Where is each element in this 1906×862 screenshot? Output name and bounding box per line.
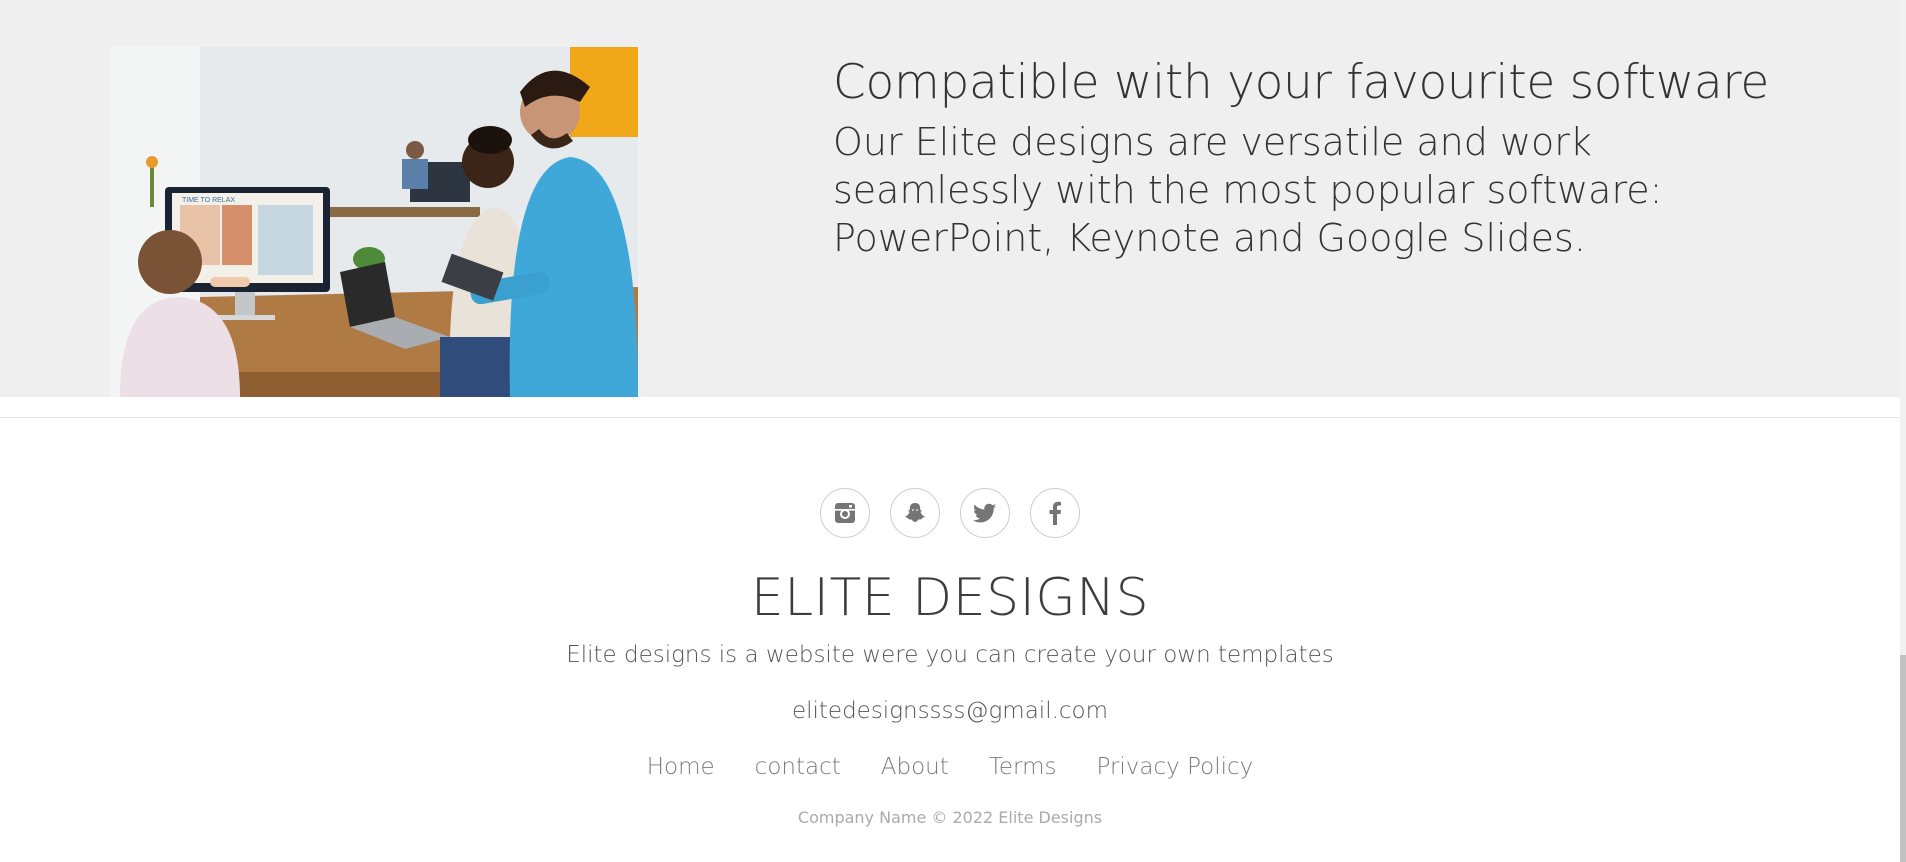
instagram-link[interactable] — [820, 488, 870, 538]
facebook-icon — [1049, 501, 1061, 525]
feature-title: Compatible with your favourite software — [833, 55, 1770, 110]
footer-link-home[interactable]: Home — [647, 754, 715, 780]
footer-link-privacy-policy[interactable]: Privacy Policy — [1097, 754, 1254, 780]
footer-tagline: Elite designs is a website were you can … — [566, 642, 1334, 668]
facebook-link[interactable] — [1030, 488, 1080, 538]
feature-section: TIME TO RELAX Compatible with your favou… — [0, 0, 1900, 397]
footer-nav: Home contact About Terms Privacy Policy — [0, 754, 1900, 780]
twitter-link[interactable] — [960, 488, 1010, 538]
feature-description: Our Elite designs are versatile and work… — [833, 120, 1663, 260]
social-links — [0, 488, 1900, 538]
office-team-illustration: TIME TO RELAX — [110, 47, 638, 397]
monitor-screen-text: TIME TO RELAX — [182, 197, 235, 204]
footer-link-about[interactable]: About — [881, 754, 949, 780]
footer-brand: ELITE DESIGNS — [750, 568, 1150, 628]
feature-text: Compatible with your favourite software … — [833, 50, 1833, 262]
snapchat-icon — [905, 503, 925, 522]
office-team-photo: TIME TO RELAX — [110, 47, 638, 397]
footer-email[interactable]: elitedesignssss@gmail.com — [0, 698, 1900, 724]
site-footer: ELITE DESIGNS Elite designs is a website… — [0, 418, 1900, 862]
snapchat-link[interactable] — [890, 488, 940, 538]
scrollbar-thumb[interactable] — [1900, 655, 1906, 862]
instagram-icon — [835, 503, 855, 523]
footer-link-terms[interactable]: Terms — [989, 754, 1057, 780]
footer-copyright: Company Name © 2022 Elite Designs — [797, 808, 1103, 827]
footer-link-contact[interactable]: contact — [755, 754, 841, 780]
twitter-icon — [973, 503, 996, 523]
page-scrollbar[interactable] — [1900, 0, 1906, 862]
